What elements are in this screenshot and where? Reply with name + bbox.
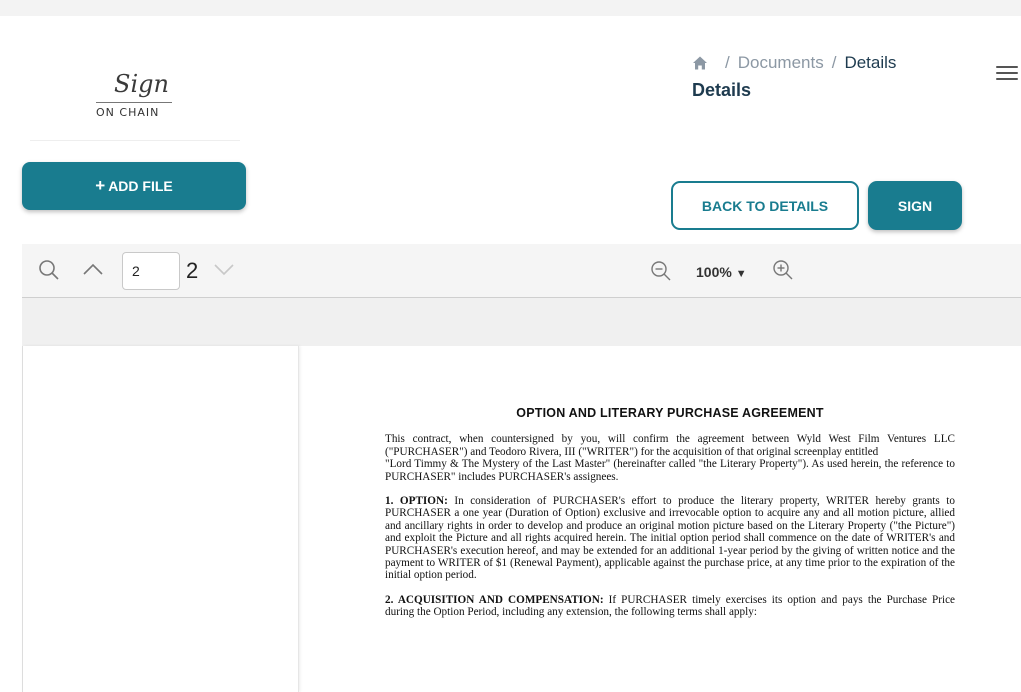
- top-strip: [0, 0, 1021, 16]
- search-icon[interactable]: [38, 259, 60, 286]
- zoom-value: 100%: [696, 264, 732, 280]
- section-option-text: In consideration of PURCHASER's effort t…: [385, 495, 956, 582]
- thumbnail-pane[interactable]: [23, 346, 299, 692]
- logo-underline: [96, 102, 172, 103]
- add-file-label: ADD FILE: [108, 178, 173, 194]
- breadcrumb-separator: /: [831, 53, 837, 72]
- intro-text-2: "Lord Timmy & The Mystery of the Last Ma…: [385, 458, 955, 483]
- page-number-input[interactable]: [122, 252, 180, 290]
- page-total: 2: [186, 258, 199, 283]
- section-option-heading: 1. OPTION:: [385, 495, 448, 508]
- caret-down-icon: ▼: [735, 268, 747, 280]
- home-icon[interactable]: [692, 55, 708, 71]
- logo-script: Sign: [114, 70, 169, 98]
- pdf-toolbar: 2 100% ▼: [22, 244, 1021, 298]
- breadcrumb: / Documents / Details: [692, 53, 896, 73]
- app-root: Sign ON CHAIN + ADD FILE / Documents / D…: [0, 0, 1021, 692]
- sidebar-divider: [30, 140, 240, 141]
- logo[interactable]: Sign ON CHAIN: [86, 70, 186, 130]
- zoom-select[interactable]: 100% ▼: [696, 264, 747, 280]
- sign-button[interactable]: SIGN: [868, 181, 962, 230]
- logo-text: ON CHAIN: [96, 106, 160, 119]
- intro-text: This contract, when countersigned by you…: [385, 433, 955, 458]
- chevron-down-icon[interactable]: [213, 261, 235, 282]
- zoom-in-icon[interactable]: [772, 259, 794, 286]
- breadcrumb-separator: /: [725, 53, 730, 72]
- document-title: OPTION AND LITERARY PURCHASE AGREEMENT: [516, 406, 824, 420]
- section-acquisition: 2. ACQUISITION AND COMPENSATION: If PURC…: [385, 594, 955, 619]
- document-page: OPTION AND LITERARY PURCHASE AGREEMENT T…: [385, 407, 955, 631]
- page-title: Details: [692, 80, 752, 100]
- add-file-button[interactable]: + ADD FILE: [22, 162, 246, 210]
- zoom-out-icon[interactable]: [650, 260, 672, 287]
- section-acquisition-heading: 2. ACQUISITION AND COMPENSATION:: [385, 593, 604, 606]
- viewer-header-area: [22, 298, 1021, 346]
- chevron-up-icon[interactable]: [82, 261, 104, 282]
- breadcrumb-details: Details: [844, 53, 897, 72]
- document-intro: This contract, when countersigned by you…: [385, 433, 955, 483]
- menu-icon[interactable]: [996, 66, 1018, 82]
- plus-icon: +: [95, 176, 106, 195]
- section-option: 1. OPTION: In consideration of PURCHASER…: [385, 495, 955, 582]
- back-to-details-button[interactable]: BACK TO DETAILS: [671, 181, 859, 230]
- breadcrumb-documents[interactable]: Documents: [738, 53, 824, 73]
- pdf-viewer[interactable]: OPTION AND LITERARY PURCHASE AGREEMENT T…: [22, 346, 1021, 692]
